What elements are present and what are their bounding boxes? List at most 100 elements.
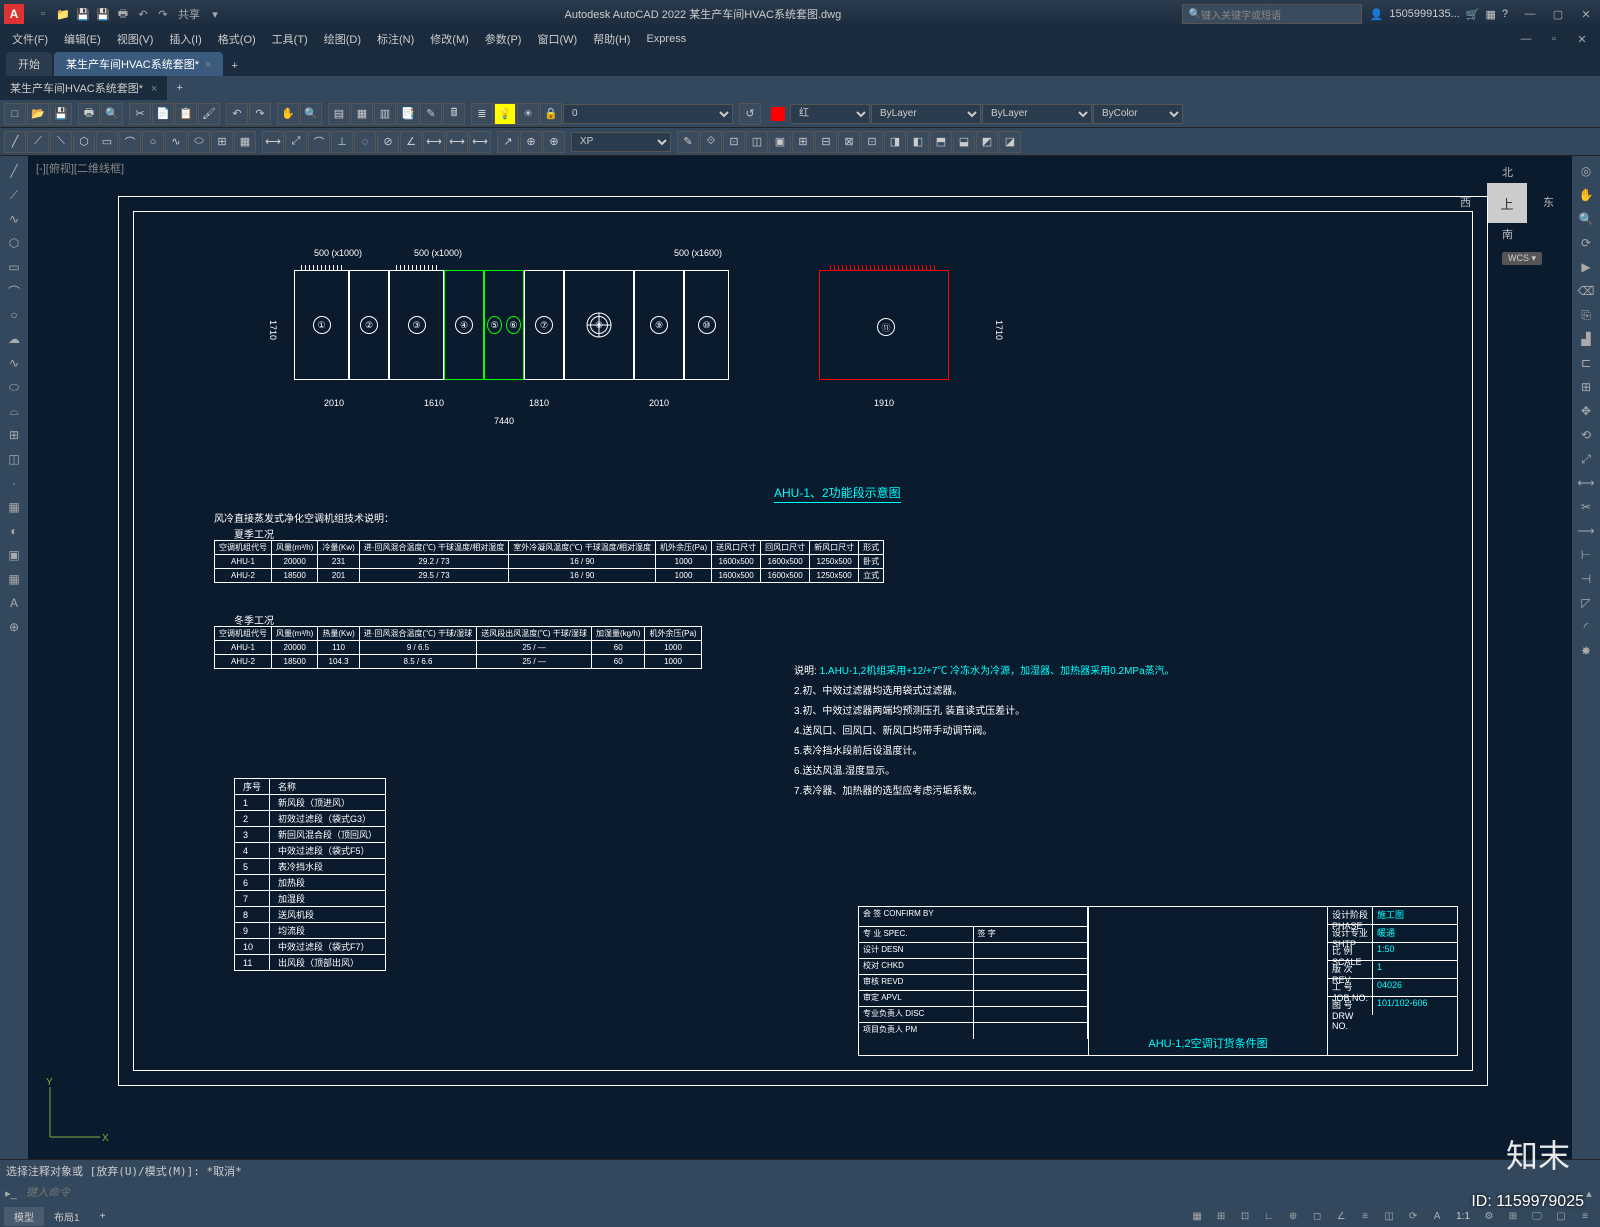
tool-save-icon[interactable]: 💾 (50, 103, 72, 125)
tool-copy-icon[interactable]: 📄 (152, 103, 174, 125)
status-layout1-tab[interactable]: 布局1 (44, 1207, 90, 1226)
drawing-canvas[interactable]: [-][俯视][二维线框] 北 南 西 东 上 WCS ▾ X Y 500 (x… (28, 156, 1572, 1159)
mod-break-icon[interactable]: ⊢ (1575, 544, 1597, 566)
command-icon[interactable]: ▸_ (0, 1187, 22, 1200)
lineweight-dropdown[interactable]: ByLayer (982, 104, 1092, 124)
tool-insert-icon[interactable]: ⊞ (211, 131, 233, 153)
doc-restore-button[interactable]: ▫ (1540, 29, 1568, 49)
mod-trim-icon[interactable]: ✂ (1575, 496, 1597, 518)
pal-addselected-icon[interactable]: ⊕ (3, 616, 25, 638)
nav-wheel-icon[interactable]: ◎ (1575, 160, 1597, 182)
pal-region-icon[interactable]: ▣ (3, 544, 25, 566)
tool-arc-icon[interactable]: ⌒ (119, 131, 141, 153)
mod-mirror-icon[interactable]: ▟ (1575, 328, 1597, 350)
tab-start[interactable]: 开始 (6, 52, 52, 76)
menu-edit[interactable]: 编辑(E) (56, 31, 109, 47)
tool-mod-10[interactable]: ◨ (884, 131, 906, 153)
pal-spline-icon[interactable]: ∿ (3, 352, 25, 374)
qat-open-icon[interactable]: 📁 (54, 5, 72, 23)
status-model-tab[interactable]: 模型 (4, 1207, 44, 1226)
tool-dim-quick-icon[interactable]: ⟷ (423, 131, 445, 153)
close-button[interactable]: ✕ (1572, 4, 1600, 24)
pal-arc-icon[interactable]: ⌒ (3, 280, 25, 302)
menu-view[interactable]: 视图(V) (109, 31, 162, 47)
tool-calc-icon[interactable]: 🖩 (443, 103, 465, 125)
status-scale-label[interactable]: 1:1 (1450, 1211, 1476, 1222)
status-model-icon[interactable]: ▦ (1186, 1207, 1208, 1225)
menu-dimension[interactable]: 标注(N) (369, 31, 422, 47)
tool-mod-14[interactable]: ◩ (976, 131, 998, 153)
viewcube-south[interactable]: 南 (1502, 226, 1513, 242)
pal-revcloud-icon[interactable]: ☁ (3, 328, 25, 350)
tool-mod-4[interactable]: ◫ (746, 131, 768, 153)
layer-dropdown[interactable]: 0 (563, 104, 733, 124)
pal-ellipse-icon[interactable]: ⬭ (3, 376, 25, 398)
mod-chamfer-icon[interactable]: ◸ (1575, 592, 1597, 614)
nav-zoom-icon[interactable]: 🔍 (1575, 208, 1597, 230)
pal-insert-icon[interactable]: ⊞ (3, 424, 25, 446)
tool-mod-13[interactable]: ⬓ (953, 131, 975, 153)
tool-layer-on-icon[interactable]: 💡 (494, 103, 516, 125)
help-search-input[interactable]: 🔍 键入关键字或短语 (1182, 4, 1362, 24)
tool-mod-6[interactable]: ⊞ (792, 131, 814, 153)
mod-scale-icon[interactable]: ⤢ (1575, 448, 1597, 470)
status-polar-icon[interactable]: ⊕ (1282, 1207, 1304, 1225)
nav-pan-icon[interactable]: ✋ (1575, 184, 1597, 206)
linetype-dropdown[interactable]: ByLayer (871, 104, 981, 124)
mod-fillet-icon[interactable]: ◜ (1575, 616, 1597, 638)
tool-toolpalettes-icon[interactable]: ▥ (374, 103, 396, 125)
color-swatch[interactable] (771, 107, 785, 121)
qat-dropdown-icon[interactable]: ▾ (206, 5, 224, 23)
tool-pan-icon[interactable]: ✋ (277, 103, 299, 125)
menu-format[interactable]: 格式(O) (210, 31, 264, 47)
tool-mod-1[interactable]: ✎ (677, 131, 699, 153)
pal-ellipsearc-icon[interactable]: ⌓ (3, 400, 25, 422)
status-cycling-icon[interactable]: ⟳ (1402, 1207, 1424, 1225)
tool-cut-icon[interactable]: ✂ (129, 103, 151, 125)
menu-file[interactable]: 文件(F) (4, 31, 56, 47)
tool-spline-icon[interactable]: ∿ (165, 131, 187, 153)
tool-mod-9[interactable]: ⊡ (861, 131, 883, 153)
mod-explode-icon[interactable]: ✸ (1575, 640, 1597, 662)
pal-circle-icon[interactable]: ○ (3, 304, 25, 326)
tool-plot-icon[interactable]: 🖶 (78, 103, 100, 125)
tool-layer-previous-icon[interactable]: ↺ (739, 103, 761, 125)
command-input[interactable] (22, 1187, 1578, 1199)
tool-dim-baseline-icon[interactable]: ⟷ (446, 131, 468, 153)
help-icon[interactable]: ? (1502, 8, 1508, 20)
maximize-button[interactable]: ▢ (1544, 4, 1572, 24)
tool-open-icon[interactable]: 📂 (27, 103, 49, 125)
tool-properties-icon[interactable]: ▤ (328, 103, 350, 125)
status-add-tab[interactable]: + (90, 1209, 116, 1224)
pal-gradient-icon[interactable]: ◐ (3, 520, 25, 542)
doc-close-button[interactable]: ✕ (1568, 29, 1596, 49)
tool-sheetset-icon[interactable]: 📑 (397, 103, 419, 125)
tool-dim-arc-icon[interactable]: ⌒ (308, 131, 330, 153)
dimstyle-dropdown[interactable]: XP (571, 132, 671, 152)
menu-help[interactable]: 帮助(H) (585, 31, 638, 47)
mod-copy-icon[interactable]: ⎘ (1575, 304, 1597, 326)
qat-undo-icon[interactable]: ↶ (134, 5, 152, 23)
tool-markup-icon[interactable]: ✎ (420, 103, 442, 125)
tool-ellipse-icon[interactable]: ⬭ (188, 131, 210, 153)
tool-paste-icon[interactable]: 📋 (175, 103, 197, 125)
mod-stretch-icon[interactable]: ⟷ (1575, 472, 1597, 494)
status-osnap-icon[interactable]: ◻ (1306, 1207, 1328, 1225)
tool-dim-angular-icon[interactable]: ∠ (400, 131, 422, 153)
wcs-label[interactable]: WCS ▾ (1502, 252, 1542, 265)
qat-redo-icon[interactable]: ↷ (154, 5, 172, 23)
tool-mod-11[interactable]: ◧ (907, 131, 929, 153)
tab-drawing[interactable]: 某生产车间HVAC系统套图*× (54, 52, 223, 76)
mod-rotate-icon[interactable]: ⟲ (1575, 424, 1597, 446)
tool-designcenter-icon[interactable]: ▦ (351, 103, 373, 125)
status-ortho-icon[interactable]: ∟ (1258, 1207, 1280, 1225)
mod-join-icon[interactable]: ⊣ (1575, 568, 1597, 590)
status-grid-icon[interactable]: ⊞ (1210, 1207, 1232, 1225)
status-annotation-icon[interactable]: A (1426, 1207, 1448, 1225)
tool-dim-aligned-icon[interactable]: ⤢ (285, 131, 307, 153)
pal-polygon-icon[interactable]: ⬡ (3, 232, 25, 254)
color-dropdown[interactable]: 红 (790, 104, 870, 124)
tool-mod-2[interactable]: ⟐ (700, 131, 722, 153)
tool-mod-7[interactable]: ⊟ (815, 131, 837, 153)
tool-polygon-icon[interactable]: ⬡ (73, 131, 95, 153)
